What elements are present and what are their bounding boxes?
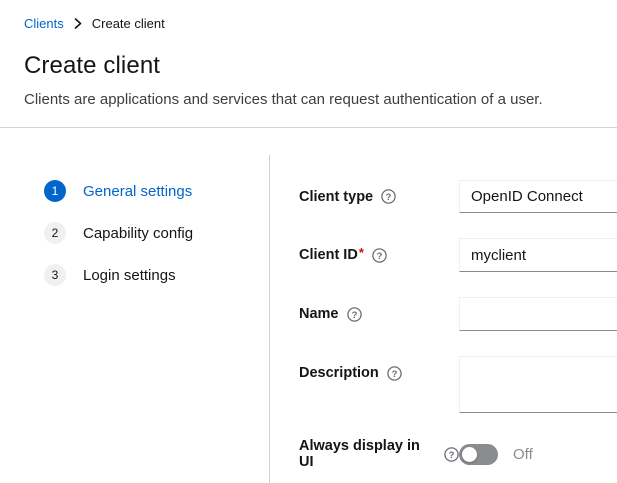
breadcrumb-link-clients[interactable]: Clients <box>24 16 64 31</box>
step-label: General settings <box>83 183 192 200</box>
toggle-state-label: Off <box>513 446 533 463</box>
form-row-description: Description ? <box>299 356 617 413</box>
name-label: Name <box>299 306 339 322</box>
breadcrumb: Clients Create client <box>24 16 593 31</box>
general-settings-form: Client type ? OpenID Connect Client ID* … <box>269 128 617 483</box>
question-circle-icon[interactable]: ? <box>381 189 396 204</box>
svg-text:?: ? <box>376 251 382 262</box>
svg-text:?: ? <box>449 450 455 461</box>
question-circle-icon[interactable]: ? <box>444 447 459 462</box>
wizard-step-login-settings[interactable]: 3 Login settings <box>44 264 269 286</box>
name-input[interactable] <box>459 297 617 331</box>
create-client-page: Clients Create client Create client Clie… <box>0 0 617 483</box>
step-number-badge: 1 <box>44 180 66 202</box>
page-subtitle: Clients are applications and services th… <box>24 91 593 108</box>
svg-text:?: ? <box>386 192 392 203</box>
question-circle-icon[interactable]: ? <box>372 248 387 263</box>
step-label: Login settings <box>83 267 176 284</box>
form-row-client-id: Client ID* ? <box>299 238 617 272</box>
always-display-label: Always display in UI <box>299 438 436 470</box>
required-asterisk: * <box>359 245 364 260</box>
toggle-knob <box>462 447 477 462</box>
form-row-client-type: Client type ? OpenID Connect <box>299 180 617 213</box>
form-row-name: Name ? <box>299 297 617 331</box>
wizard-step-general-settings[interactable]: 1 General settings <box>44 180 269 202</box>
client-type-label: Client type <box>299 189 373 205</box>
always-display-toggle[interactable] <box>459 444 498 465</box>
form-row-always-display: Always display in UI ? Off <box>299 438 617 470</box>
description-textarea[interactable] <box>459 356 617 413</box>
step-label: Capability config <box>83 225 193 242</box>
step-number-badge: 2 <box>44 222 66 244</box>
chevron-right-icon <box>74 18 82 29</box>
description-label: Description <box>299 365 379 381</box>
vertical-divider <box>269 155 270 483</box>
wizard-body: 1 General settings 2 Capability config 3… <box>0 128 617 483</box>
breadcrumb-current: Create client <box>92 16 165 31</box>
step-number-badge: 3 <box>44 264 66 286</box>
client-id-input[interactable] <box>459 238 617 272</box>
client-type-select[interactable]: OpenID Connect <box>459 180 617 213</box>
wizard-step-capability-config[interactable]: 2 Capability config <box>44 222 269 244</box>
client-id-label: Client ID* <box>299 247 364 263</box>
wizard-nav: 1 General settings 2 Capability config 3… <box>0 128 269 483</box>
question-circle-icon[interactable]: ? <box>387 366 402 381</box>
svg-text:?: ? <box>391 369 397 380</box>
page-title: Create client <box>24 54 593 78</box>
page-header: Clients Create client Create client Clie… <box>0 0 617 128</box>
svg-text:?: ? <box>351 310 357 321</box>
question-circle-icon[interactable]: ? <box>347 307 362 322</box>
